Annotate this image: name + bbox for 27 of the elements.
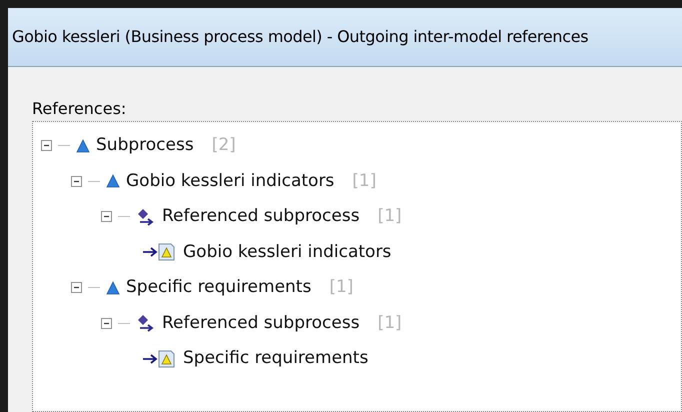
triangle-icon [76,138,90,153]
item-count: [1] [378,205,402,228]
arrow-document-icon [143,243,177,262]
tree-item[interactable]: Referenced subprocess [162,204,360,230]
item-count: [1] [329,276,354,299]
tree-item[interactable]: Subprocess [96,133,194,158]
triangle-icon [106,174,120,188]
collapse-toggle[interactable] [101,318,112,329]
diamond-arrow-icon [136,208,156,226]
tree-item[interactable]: Specific requirements [183,346,368,372]
references-label: References: [32,101,128,117]
tree-item[interactable]: Referenced subprocess [162,310,360,336]
window-title: Gobio kessleri (Business process model) - Outgoing inter-model references [12,26,588,48]
tree-item[interactable]: Gobio kessleri indicators [126,168,334,194]
diamond-arrow-icon [136,314,156,332]
collapse-toggle[interactable] [71,282,82,294]
tree-item[interactable]: Specific requirements [126,275,312,300]
item-count: [1] [352,170,376,192]
references-tree[interactable]: Subprocess [2] Gobio kessleri indicators [1] Referenced subprocess [1] Gobio kessleri indicators Specific requirements [1] Referenced subprocess [1] Specific requirements [32,121,682,412]
collapse-toggle[interactable] [101,211,112,222]
collapse-toggle[interactable] [41,140,52,152]
tree-item[interactable]: Gobio kessleri indicators [183,240,392,265]
arrow-document-icon [143,350,177,368]
item-count: [2] [212,134,236,157]
item-count: [1] [378,312,402,334]
triangle-icon [106,280,120,295]
collapse-toggle[interactable] [71,176,82,187]
